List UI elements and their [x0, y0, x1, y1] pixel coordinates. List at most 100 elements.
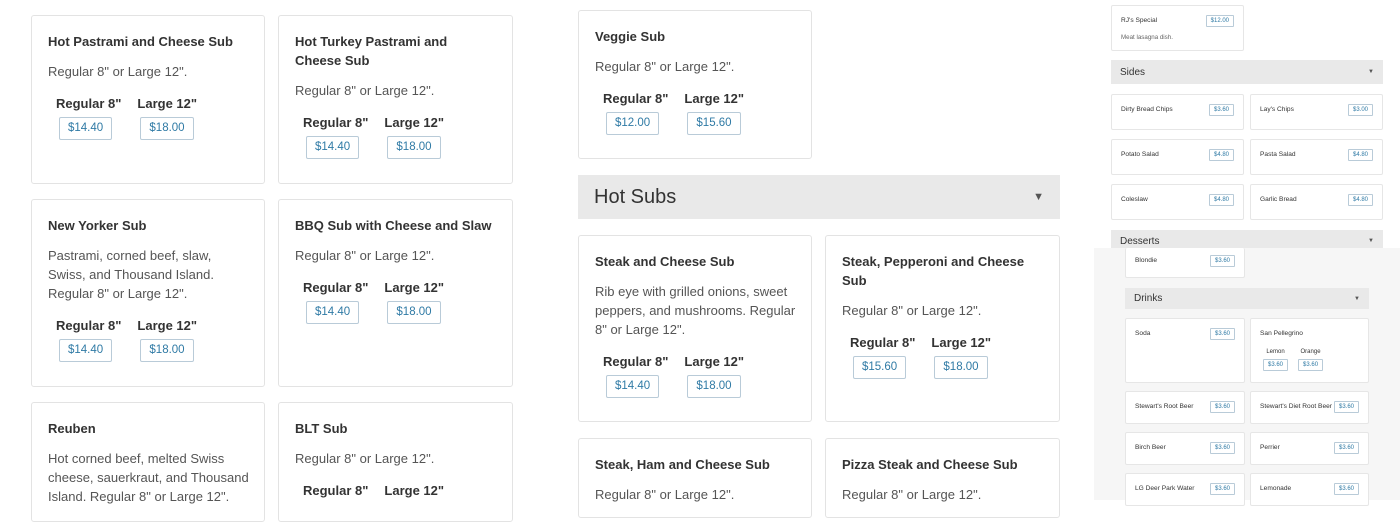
- price-button-regular[interactable]: $14.40: [306, 136, 360, 159]
- caret-down-icon[interactable]: ▼: [1368, 69, 1374, 75]
- item-title: Garlic Bread: [1260, 196, 1297, 203]
- section-header-drinks[interactable]: Drinks ▼: [1125, 288, 1369, 309]
- price-button-regular[interactable]: $14.40: [59, 117, 113, 140]
- price-button-large[interactable]: $18.00: [934, 356, 988, 379]
- menu-item-card-small[interactable]: Lemonade $3.60: [1250, 473, 1369, 506]
- menu-item-card-small[interactable]: Lay's Chips $3.00: [1250, 94, 1383, 130]
- menu-item-card-small[interactable]: Perrier $3.60: [1250, 432, 1369, 465]
- menu-item-card[interactable]: BLT Sub Regular 8" or Large 12". Regular…: [278, 402, 513, 522]
- price-button-regular[interactable]: $14.40: [306, 301, 360, 324]
- menu-item-card[interactable]: Pizza Steak and Cheese Sub Regular 8" or…: [825, 438, 1060, 518]
- menu-item-card[interactable]: Steak and Cheese Sub Rib eye with grille…: [578, 235, 812, 422]
- section-title: Desserts: [1120, 235, 1160, 247]
- menu-item-card[interactable]: Steak, Ham and Cheese Sub Regular 8" or …: [578, 438, 812, 518]
- menu-item-card-small[interactable]: Pasta Salad $4.80: [1250, 139, 1383, 175]
- menu-item-card[interactable]: Reuben Hot corned beef, melted Swiss che…: [31, 402, 265, 522]
- section-header-sides[interactable]: Sides ▼: [1111, 60, 1383, 84]
- item-title: Coleslaw: [1121, 196, 1148, 203]
- price-label-large: Large 12": [684, 91, 745, 106]
- menu-item-card[interactable]: Hot Pastrami and Cheese Sub Regular 8" o…: [31, 15, 265, 184]
- item-title: Lay's Chips: [1260, 106, 1294, 113]
- price-label-large: Large 12": [384, 483, 445, 498]
- item-title: Pasta Salad: [1260, 151, 1296, 158]
- section-title: Drinks: [1134, 293, 1163, 304]
- price-button[interactable]: $3.60: [1209, 483, 1235, 495]
- menu-item-card[interactable]: Steak, Pepperoni and Cheese Sub Regular …: [825, 235, 1060, 422]
- price-button-large[interactable]: $18.00: [140, 117, 194, 140]
- price-button-regular[interactable]: $12.00: [606, 112, 660, 135]
- price-button[interactable]: $3.60: [1209, 255, 1235, 267]
- price-button[interactable]: $3.60: [1333, 442, 1359, 454]
- price-button[interactable]: $3.60: [1209, 401, 1235, 413]
- price-button-large[interactable]: $18.00: [140, 339, 194, 362]
- price-options: Regular 8" $14.40 Large 12" $18.00: [303, 279, 497, 324]
- price-button[interactable]: $3.60: [1209, 328, 1235, 340]
- menu-item-card[interactable]: New Yorker Sub Pastrami, corned beef, sl…: [31, 199, 265, 387]
- menu-item-card-small[interactable]: Birch Beer $3.60: [1125, 432, 1245, 465]
- price-button-large[interactable]: $15.60: [687, 112, 741, 135]
- price-button[interactable]: $4.80: [1208, 194, 1234, 206]
- item-title: RJ's Special: [1121, 17, 1158, 24]
- item-title: Veggie Sub: [595, 29, 666, 44]
- price-options: Regular 8" $14.40 Large 12" $18.00: [303, 114, 497, 159]
- menu-item-card-small[interactable]: LG Deer Park Water $3.60: [1125, 473, 1245, 506]
- price-button[interactable]: $4.80: [1208, 149, 1234, 161]
- section-title: Hot Subs: [594, 185, 677, 208]
- item-title: BBQ Sub with Cheese and Slaw: [295, 218, 492, 233]
- item-title: Steak, Ham and Cheese Sub: [595, 457, 770, 472]
- price-options: Regular 8" $14.40 Large 12" $18.00: [56, 317, 249, 362]
- price-button[interactable]: $3.60: [1333, 483, 1359, 495]
- price-button[interactable]: $3.60: [1298, 359, 1324, 371]
- item-title: Birch Beer: [1135, 444, 1166, 451]
- menu-item-card-small[interactable]: Potato Salad $4.80: [1111, 139, 1244, 175]
- item-description: Regular 8" or Large 12".: [595, 59, 735, 74]
- section-header-hot-subs[interactable]: Hot Subs ▼: [578, 175, 1060, 219]
- price-button-large[interactable]: $18.00: [387, 136, 441, 159]
- price-options: Regular 8" $12.00 Large 12" $15.60: [603, 90, 796, 135]
- item-title: Blondie: [1135, 257, 1157, 264]
- menu-item-card-small[interactable]: San Pellegrino Lemon $3.60 Orange $3.60: [1250, 318, 1369, 383]
- price-button-regular[interactable]: $14.40: [59, 339, 113, 362]
- price-button-large[interactable]: $18.00: [387, 301, 441, 324]
- price-button[interactable]: $12.00: [1205, 15, 1234, 27]
- price-button[interactable]: $3.60: [1209, 442, 1235, 454]
- price-button-large[interactable]: $18.00: [687, 375, 741, 398]
- price-button[interactable]: $4.80: [1347, 149, 1373, 161]
- price-button-regular[interactable]: $14.40: [606, 375, 660, 398]
- menu-item-card-small[interactable]: Soda $3.60: [1125, 318, 1245, 383]
- item-description: Regular 8" or Large 12".: [842, 303, 982, 318]
- price-button[interactable]: $3.60: [1263, 359, 1289, 371]
- menu-item-card-small[interactable]: Blondie $3.60: [1125, 248, 1245, 278]
- menu-item-card[interactable]: BBQ Sub with Cheese and Slaw Regular 8" …: [278, 199, 513, 387]
- item-description: Regular 8" or Large 12".: [295, 248, 435, 263]
- price-button[interactable]: $3.60: [1208, 104, 1234, 116]
- menu-item-card[interactable]: Hot Turkey Pastrami and Cheese Sub Regul…: [278, 15, 513, 184]
- price-button[interactable]: $4.80: [1347, 194, 1373, 206]
- item-description: Regular 8" or Large 12".: [842, 487, 982, 502]
- item-description: Regular 8" or Large 12".: [295, 451, 435, 466]
- price-button[interactable]: $3.00: [1347, 104, 1373, 116]
- caret-down-icon[interactable]: ▼: [1368, 238, 1374, 244]
- item-description: Hot corned beef, melted Swiss cheese, sa…: [48, 451, 249, 504]
- menu-item-card[interactable]: Veggie Sub Regular 8" or Large 12". Regu…: [578, 10, 812, 159]
- price-label-large: Large 12": [684, 354, 745, 369]
- menu-item-card-small[interactable]: Stewart's Root Beer $3.60: [1125, 391, 1245, 424]
- menu-item-card-small[interactable]: Garlic Bread $4.80: [1250, 184, 1383, 220]
- menu-item-card-small[interactable]: Dirty Bread Chips $3.60: [1111, 94, 1244, 130]
- item-description: Regular 8" or Large 12".: [295, 83, 435, 98]
- menu-item-card-small[interactable]: RJ's Special Meat lasagna dish. $12.00: [1111, 5, 1244, 51]
- price-button[interactable]: $3.60: [1333, 401, 1359, 413]
- caret-down-icon[interactable]: ▼: [1033, 191, 1044, 203]
- price-options: Regular 8" Large 12": [303, 482, 497, 500]
- item-title: BLT Sub: [295, 421, 348, 436]
- menu-item-card-small[interactable]: Stewart's Diet Root Beer $3.60: [1250, 391, 1369, 424]
- item-description: Regular 8" or Large 12".: [595, 487, 735, 502]
- price-label-large: Large 12": [384, 115, 445, 130]
- price-button-regular[interactable]: $15.60: [853, 356, 907, 379]
- price-label-regular: Regular 8": [56, 96, 122, 111]
- menu-item-card-small[interactable]: Coleslaw $4.80: [1111, 184, 1244, 220]
- caret-down-icon[interactable]: ▼: [1354, 296, 1360, 302]
- price-label-large: Large 12": [137, 96, 198, 111]
- item-title: Hot Turkey Pastrami and Cheese Sub: [295, 34, 448, 68]
- price-label-regular: Regular 8": [303, 483, 369, 498]
